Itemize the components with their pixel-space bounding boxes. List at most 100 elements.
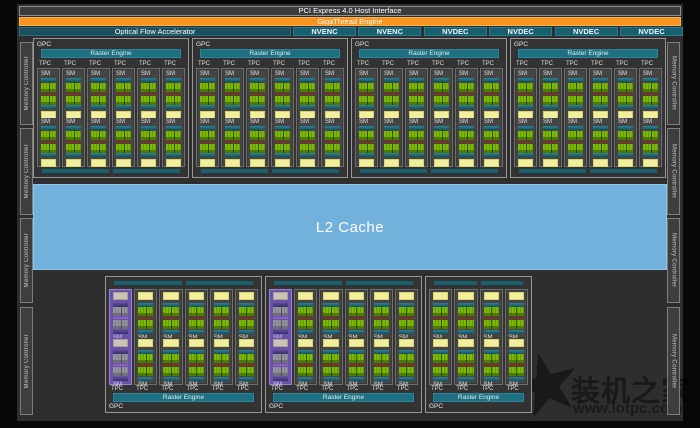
- sm-label: SM: [518, 70, 533, 78]
- divider-line: [409, 141, 424, 143]
- sm-block: SM: [347, 338, 366, 384]
- cuda-core-block: [166, 96, 181, 105]
- cuda-core-block: [323, 307, 338, 316]
- sm-label: SM: [91, 70, 106, 78]
- tex-strip: [519, 169, 586, 173]
- tpc-label: TPC: [395, 385, 418, 393]
- cuda-core-block: [399, 307, 414, 316]
- tpc-column: TPCSMSM: [430, 60, 453, 167]
- sm-stack: SMSM: [505, 289, 528, 385]
- memory-controller-label: Memory Controller: [671, 56, 677, 110]
- sm-block: SM: [89, 70, 108, 117]
- cuda-core-block: [163, 367, 178, 376]
- tpc-column: TPCSMSM: [639, 60, 662, 167]
- nvdec-block: NVDEC: [555, 27, 618, 36]
- cache-bar: [618, 126, 633, 130]
- divider-line: [484, 364, 499, 366]
- tpc-column: TPCSMSM: [514, 60, 537, 167]
- sm-label: SM: [300, 70, 315, 78]
- divider-line: [163, 364, 178, 366]
- raster-engine-bar: Raster Engine: [41, 49, 181, 58]
- cuda-core-block: [325, 83, 340, 92]
- cuda-core-block: [275, 96, 290, 105]
- tex-strip: [272, 169, 339, 173]
- gpc-box-top-4: GPCRaster EngineTPCSMSMTPCSMSMTPCSMSMTPC…: [510, 38, 666, 178]
- sm-block: SM: [198, 118, 217, 165]
- cache-bar: [618, 105, 633, 109]
- cuda-core-block: [484, 367, 499, 376]
- cuda-core-block: [138, 320, 153, 329]
- cuda-core-block: [323, 367, 338, 376]
- cuda-core-block: [141, 83, 156, 92]
- tpc-label: TPC: [269, 385, 292, 393]
- cache-bar: [643, 126, 658, 130]
- sm-stack: SMSM: [246, 68, 269, 167]
- memory-controller-label: Memory Controller: [24, 56, 30, 110]
- cache-bar: [66, 153, 81, 157]
- tpc-label: TPC: [109, 385, 132, 393]
- strip-row: [114, 281, 253, 285]
- tpc-row: SMSMTPCSMSMTPCSMSMTPCSMSMTPCSMSMTPCSMSMT…: [268, 289, 419, 393]
- cache-bar: [300, 153, 315, 157]
- tpc-label: TPC: [355, 60, 378, 68]
- sm-stack: SMSM: [355, 68, 378, 167]
- cuda-core-block: [138, 367, 153, 376]
- divider-line: [518, 93, 533, 95]
- sm-block: SM: [482, 118, 501, 165]
- tex-strip: [360, 169, 427, 173]
- divider-line: [141, 93, 156, 95]
- memory-controller-label: Memory Controller: [24, 144, 30, 198]
- sm-label: SM: [384, 118, 399, 126]
- sm-block: SM: [64, 118, 83, 165]
- cuda-core-block: [618, 131, 633, 140]
- cuda-core-block: [200, 144, 215, 153]
- divider-line: [359, 93, 374, 95]
- divider-line: [509, 317, 524, 319]
- cuda-core-block: [568, 96, 583, 105]
- gpc-label: GPC: [108, 402, 259, 411]
- nvdec-block: NVDEC: [620, 27, 683, 36]
- cuda-core-block: [225, 83, 240, 92]
- sm-block: SM: [347, 291, 366, 337]
- sm-block: SM: [187, 338, 206, 384]
- rt-core-block: [200, 159, 215, 167]
- divider-line: [214, 317, 229, 319]
- sm-block: SM: [161, 338, 180, 384]
- cuda-core-block: [166, 131, 181, 140]
- rt-core-block: [189, 339, 204, 347]
- cuda-core-block: [509, 354, 524, 363]
- tpc-column: TPCSMSM: [405, 60, 428, 167]
- sm-label: SM: [409, 118, 424, 126]
- cache-bar: [434, 153, 449, 157]
- rt-core-block: [434, 159, 449, 167]
- rt-core-block: [509, 292, 524, 300]
- tpc-label: TPC: [429, 385, 452, 393]
- cuda-core-block: [409, 83, 424, 92]
- sm-block: SM: [641, 118, 660, 165]
- raster-engine-bar: Raster Engine: [200, 49, 340, 58]
- tpc-column: TPCSMSM: [246, 60, 269, 167]
- sm-label: SM: [250, 118, 265, 126]
- cache-bar: [166, 153, 181, 157]
- sm-block: SM: [296, 338, 315, 384]
- sm-block: SM: [566, 70, 585, 117]
- cache-bar: [116, 126, 131, 130]
- cache-bar: [225, 78, 240, 82]
- divider-line: [113, 317, 128, 319]
- cuda-core-block: [275, 144, 290, 153]
- tpc-column: SMSMTPC: [185, 289, 208, 393]
- sm-stack: SMSM: [614, 68, 637, 167]
- rt-core-block: [458, 339, 473, 347]
- tpc-label: TPC: [480, 60, 503, 68]
- cache-bar: [66, 105, 81, 109]
- sm-block: SM: [39, 118, 58, 165]
- cache-bar: [359, 126, 374, 130]
- rt-core-block: [349, 292, 364, 300]
- cuda-core-block: [239, 320, 254, 329]
- divider-line: [239, 317, 254, 319]
- cuda-core-block: [138, 354, 153, 363]
- optical-flow-accelerator-bar: Optical Flow Accelerator: [19, 27, 291, 36]
- cuda-core-block: [189, 307, 204, 316]
- sm-block: SM: [198, 70, 217, 117]
- sm-label: SM: [518, 118, 533, 126]
